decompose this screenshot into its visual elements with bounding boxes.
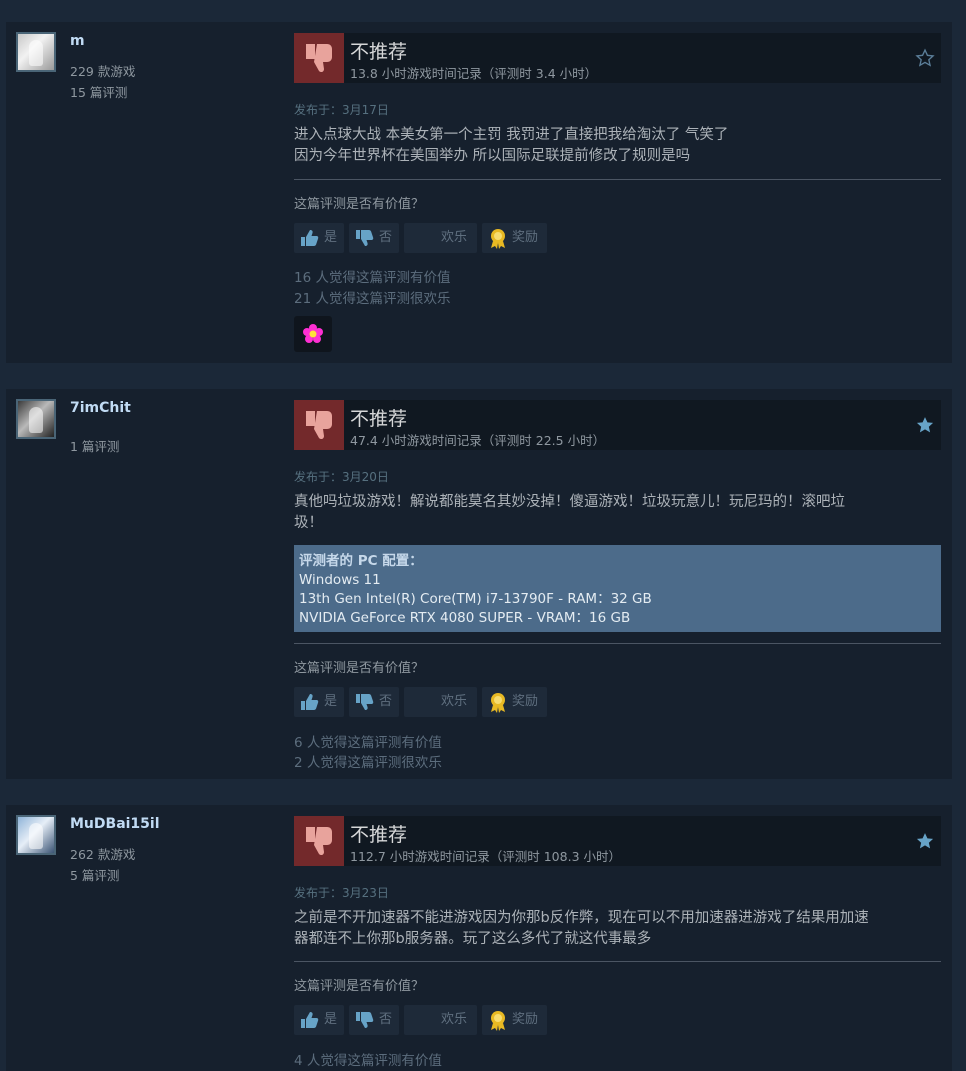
thumbs-up-icon [301, 230, 319, 246]
specs-os: Windows 11 [299, 572, 381, 588]
vote-no-button[interactable]: 否 [349, 687, 399, 717]
award-icon [491, 1011, 505, 1031]
vote-no-button[interactable]: 否 [349, 1005, 399, 1035]
vote-yes-button[interactable]: 是 [294, 223, 344, 253]
funny-count: 2 人觉得这篇评测很欢乐 [294, 755, 442, 771]
flower-award-icon[interactable] [294, 316, 332, 352]
helpful-count: 6 人觉得这篇评测有价值 [294, 735, 442, 751]
divider [294, 643, 941, 644]
thumbs-up-icon [301, 1012, 319, 1028]
posted-date: 发布于：3月17日 [294, 101, 389, 118]
avatar[interactable] [16, 815, 56, 855]
vote-funny-label: 欢乐 [441, 230, 468, 245]
thumbs-up-icon [301, 694, 319, 710]
thumbs-down-small-icon [356, 1012, 374, 1028]
vote-yes-label: 是 [324, 694, 338, 709]
posted-date-value: 3月20日 [342, 470, 389, 484]
award-label: 奖励 [512, 230, 539, 245]
helpful-question: 这篇评测是否有价值？ [294, 661, 425, 676]
playtime: 13.8 小时游戏时间记录（评测时 3.4 小时） [350, 66, 598, 81]
vote-funny-button[interactable]: 欢乐 [404, 223, 477, 253]
thumbs-down-icon [294, 816, 344, 866]
specs-gpu: NVIDIA GeForce RTX 4080 SUPER - VRAM：16 … [299, 610, 631, 626]
posted-date-value: 3月17日 [342, 103, 389, 117]
playtime: 47.4 小时游戏时间记录（评测时 22.5 小时） [350, 433, 606, 448]
vote-funny-label: 欢乐 [441, 694, 468, 709]
posted-date: 发布于：3月23日 [294, 884, 389, 901]
award-button[interactable]: 奖励 [482, 1005, 547, 1035]
posted-date: 发布于：3月20日 [294, 468, 389, 485]
review-count[interactable]: 5 篇评测 [70, 865, 119, 884]
games-owned[interactable]: 229 款游戏 [70, 61, 135, 80]
vote-yes-label: 是 [324, 1012, 338, 1027]
thumbs-down-icon [294, 33, 344, 83]
star-filled-icon[interactable] [915, 415, 935, 439]
review-card: m 229 款游戏 15 篇评测 不推荐 13.8 小时游戏时间记录（评测时 3… [6, 22, 952, 363]
divider [294, 961, 941, 962]
games-owned[interactable]: 262 款游戏 [70, 844, 135, 863]
funny-count: 21 人觉得这篇评测很欢乐 [294, 291, 451, 307]
thumbs-down-small-icon [356, 694, 374, 710]
review-text: 之前是不开加速器不能进游戏因为你那b反作弊，现在可以不用加速器进游戏了结果用加速… [294, 910, 869, 947]
review-body: 不推荐 47.4 小时游戏时间记录（评测时 22.5 小时） 发布于：3月20日… [294, 400, 941, 775]
divider [294, 179, 941, 180]
posted-prefix: 发布于： [294, 470, 343, 484]
helpful-count: 4 人觉得这篇评测有价值 [294, 1053, 442, 1069]
vote-no-label: 否 [379, 694, 393, 709]
review-card: MuDBai15il 262 款游戏 5 篇评测 不推荐 112.7 小时游戏时… [6, 805, 952, 1071]
recommendation-title: 不推荐 [350, 824, 408, 846]
author-name[interactable]: 7imChit [70, 400, 131, 416]
review-header[interactable]: 不推荐 112.7 小时游戏时间记录（评测时 108.3 小时） [294, 816, 941, 866]
author-name[interactable]: m [70, 33, 85, 49]
playtime: 112.7 小时游戏时间记录（评测时 108.3 小时） [350, 849, 621, 864]
award-button[interactable]: 奖励 [482, 687, 547, 717]
review-card: 7imChit 1 篇评测 不推荐 47.4 小时游戏时间记录（评测时 22.5… [6, 389, 952, 779]
award-label: 奖励 [512, 1012, 539, 1027]
vote-funny-button[interactable]: 欢乐 [404, 1005, 477, 1035]
vote-funny-label: 欢乐 [441, 1012, 468, 1027]
review-count[interactable]: 15 篇评测 [70, 82, 127, 101]
vote-yes-button[interactable]: 是 [294, 687, 344, 717]
award-button[interactable]: 奖励 [482, 223, 547, 253]
vote-no-label: 否 [379, 1012, 393, 1027]
recommendation-title: 不推荐 [350, 408, 408, 430]
review-header[interactable]: 不推荐 47.4 小时游戏时间记录（评测时 22.5 小时） [294, 400, 941, 450]
avatar[interactable] [16, 32, 56, 72]
specs-cpu: 13th Gen Intel(R) Core(TM) i7-13790F - R… [299, 591, 652, 607]
recommendation-title: 不推荐 [350, 41, 408, 63]
star-filled-icon[interactable] [915, 831, 935, 855]
award-label: 奖励 [512, 694, 539, 709]
review-header[interactable]: 不推荐 13.8 小时游戏时间记录（评测时 3.4 小时） [294, 33, 941, 83]
posted-date-value: 3月23日 [342, 886, 389, 900]
star-outline-icon[interactable] [915, 48, 935, 72]
vote-no-label: 否 [379, 230, 393, 245]
thumbs-down-icon [294, 400, 344, 450]
vote-funny-button[interactable]: 欢乐 [404, 687, 477, 717]
award-icon [491, 693, 505, 713]
helpful-count: 16 人觉得这篇评测有价值 [294, 270, 451, 286]
review-count[interactable]: 1 篇评测 [70, 436, 119, 455]
specs-title: 评测者的 PC 配置： [299, 553, 423, 569]
review-text: 真他吗垃圾游戏！解说都能莫名其妙没掉！傻逼游戏！垃圾玩意儿！玩尼玛的！滚吧垃 圾… [294, 494, 845, 531]
vote-yes-button[interactable]: 是 [294, 1005, 344, 1035]
posted-prefix: 发布于： [294, 103, 343, 117]
author-name[interactable]: MuDBai15il [70, 816, 160, 832]
reviews-page: m 229 款游戏 15 篇评测 不推荐 13.8 小时游戏时间记录（评测时 3… [0, 0, 966, 1071]
review-text: 进入点球大战 本美女第一个主罚 我罚进了直接把我给淘汰了 气笑了 因为今年世界杯… [294, 127, 729, 164]
avatar[interactable] [16, 399, 56, 439]
award-icon [491, 229, 505, 249]
pc-specs: 评测者的 PC 配置： Windows 11 13th Gen Intel(R)… [294, 545, 941, 632]
helpful-question: 这篇评测是否有价值？ [294, 979, 425, 994]
review-body: 不推荐 13.8 小时游戏时间记录（评测时 3.4 小时） 发布于：3月17日 … [294, 33, 941, 358]
vote-yes-label: 是 [324, 230, 338, 245]
vote-no-button[interactable]: 否 [349, 223, 399, 253]
posted-prefix: 发布于： [294, 886, 343, 900]
review-body: 不推荐 112.7 小时游戏时间记录（评测时 108.3 小时） 发布于：3月2… [294, 816, 941, 1071]
helpful-question: 这篇评测是否有价值？ [294, 197, 425, 212]
thumbs-down-small-icon [356, 230, 374, 246]
